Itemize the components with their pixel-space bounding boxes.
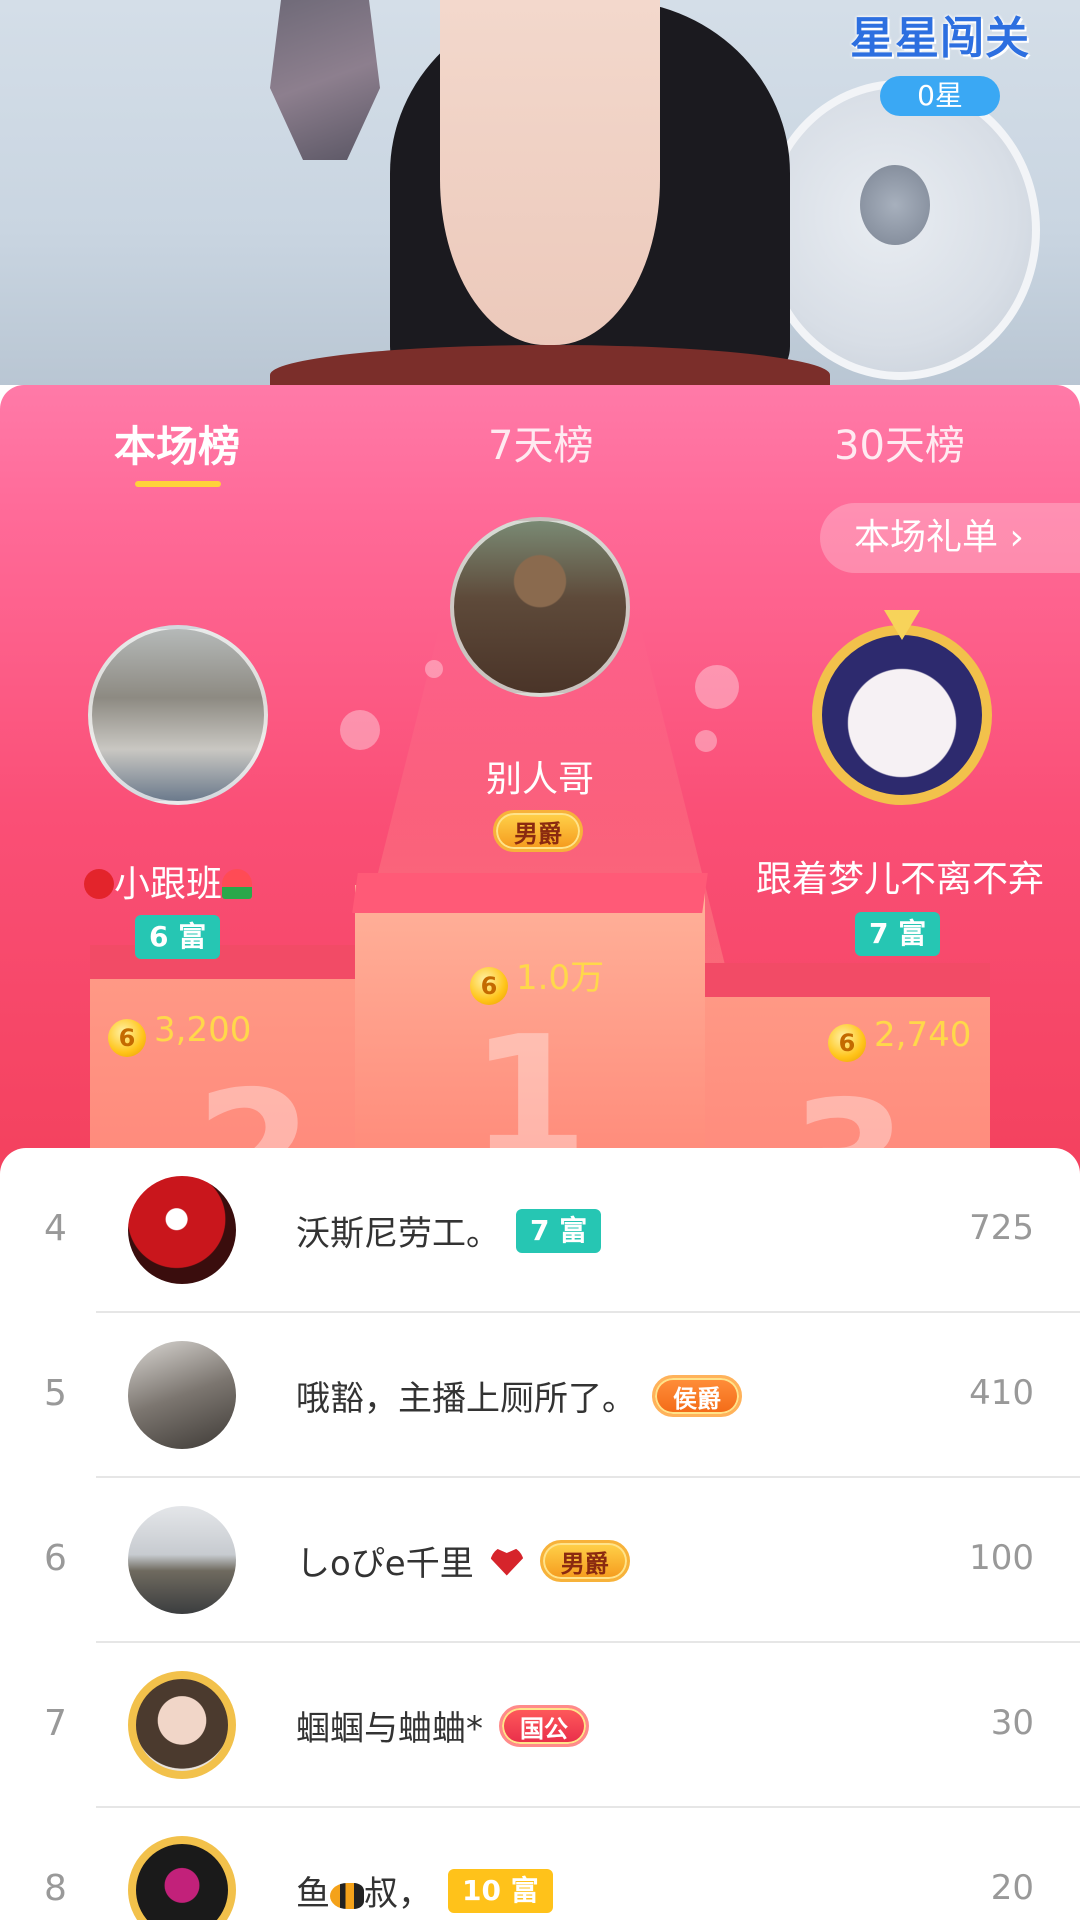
- rich-level-badge: 7 富: [516, 1208, 602, 1253]
- rank-2-rich-badge: 6 富: [135, 915, 221, 959]
- rich-level-badge: 10 富: [448, 1868, 553, 1913]
- rank-3-amount: 6 2,740: [828, 1015, 971, 1062]
- user-name-part: 鱼: [296, 1874, 330, 1914]
- star-count-pill: 0星: [880, 76, 1000, 116]
- avatar[interactable]: [128, 1836, 236, 1920]
- rank-1-amount-value: 1.0万: [516, 958, 605, 998]
- user-name-text: 哦豁，主播上厕所了。: [296, 1379, 636, 1419]
- rank-2-name[interactable]: 小跟班: [84, 855, 253, 907]
- star-challenge-badge[interactable]: 星星闯关 0星: [845, 2, 1035, 116]
- coin-icon: 6: [828, 1024, 866, 1062]
- leaderboard-tabs: 本场榜 7天榜 30天榜: [0, 385, 1080, 515]
- contribution-score: 20: [990, 1868, 1034, 1908]
- user-name-text: 沃斯尼劳工。: [296, 1214, 500, 1254]
- avatar[interactable]: [128, 1176, 236, 1284]
- user-name-text: 鱼叔，: [296, 1866, 432, 1915]
- rank-number: 5: [44, 1373, 67, 1414]
- rank-3-name[interactable]: 跟着梦儿不离不弃: [756, 850, 1044, 902]
- live-video[interactable]: 星星闯关 0星: [0, 0, 1080, 385]
- avatar[interactable]: [128, 1506, 236, 1614]
- coin-icon: 6: [470, 967, 508, 1005]
- list-item[interactable]: 7 蝈蝈与蛐蛐* 国公 30: [0, 1643, 1080, 1808]
- rank-1-amount: 6 1.0万: [470, 950, 604, 1005]
- pedestal-2-top: [90, 945, 355, 979]
- pedestal-1-top: [352, 873, 708, 913]
- duke-badge: 国公: [499, 1704, 589, 1747]
- user-name[interactable]: 哦豁，主播上厕所了。 侯爵: [296, 1371, 742, 1420]
- rank-1-noble-badge: 男爵: [493, 810, 583, 852]
- baron-badge: 男爵: [539, 1539, 630, 1582]
- wall-decoration: [270, 0, 380, 160]
- user-name-text: しoぴe千里: [296, 1544, 474, 1584]
- avatar[interactable]: [128, 1671, 236, 1779]
- rank-2-amount: 6 3,200: [108, 1010, 251, 1057]
- star-challenge-title: 星星闯关: [850, 13, 1030, 64]
- contribution-score: 410: [969, 1373, 1034, 1413]
- gift-list-link[interactable]: 本场礼单 ›: [820, 503, 1080, 573]
- bubble-decoration: [695, 665, 739, 709]
- bubble-decoration: [340, 710, 380, 750]
- rank-2-amount-value: 3,200: [154, 1010, 252, 1050]
- contribution-score: 30: [990, 1703, 1034, 1743]
- bubble-decoration: [425, 660, 443, 678]
- bubble-decoration: [695, 730, 717, 752]
- streamer-face: [440, 0, 660, 345]
- heart-icon: [489, 1547, 524, 1576]
- list-item[interactable]: 6 しoぴe千里 男爵 100: [0, 1478, 1080, 1643]
- rank-3-rich-badge: 7 富: [855, 912, 941, 956]
- rank-3-amount-value: 2,740: [874, 1015, 972, 1055]
- watermelon-icon: [222, 869, 253, 899]
- apple-icon: [84, 869, 114, 899]
- list-item[interactable]: 8 鱼叔， 10 富 20: [0, 1808, 1080, 1920]
- rank-2-avatar[interactable]: [88, 625, 268, 805]
- fan-hub: [860, 165, 930, 245]
- rank-number: 4: [44, 1208, 67, 1249]
- fish-icon: [330, 1883, 364, 1909]
- user-name-part: 叔，: [364, 1874, 432, 1914]
- active-tab-indicator: [135, 481, 221, 487]
- rank-1-avatar[interactable]: [450, 517, 630, 697]
- list-item[interactable]: 5 哦豁，主播上厕所了。 侯爵 410: [0, 1313, 1080, 1478]
- user-name[interactable]: しoぴe千里 男爵: [296, 1536, 630, 1585]
- tab-30-days[interactable]: 30天榜: [834, 413, 965, 471]
- user-name[interactable]: 鱼叔， 10 富: [296, 1866, 553, 1915]
- avatar[interactable]: [128, 1341, 236, 1449]
- user-name-text: 蝈蝈与蛐蛐*: [296, 1709, 483, 1749]
- list-item[interactable]: 4 沃斯尼劳工。 7 富 725: [0, 1148, 1080, 1313]
- rank-2-name-text: 小跟班: [114, 864, 223, 905]
- rank-3-avatar[interactable]: [812, 625, 992, 805]
- user-name[interactable]: 蝈蝈与蛐蛐* 国公: [296, 1701, 589, 1750]
- rank-1-name[interactable]: 别人哥: [486, 750, 594, 802]
- ranking-list[interactable]: 4 沃斯尼劳工。 7 富 725 5 哦豁，主播上厕所了。 侯爵 410 6 し…: [0, 1148, 1080, 1920]
- rank-number: 8: [44, 1868, 67, 1909]
- tab-7-days[interactable]: 7天榜: [488, 413, 593, 471]
- contribution-score: 100: [969, 1538, 1034, 1578]
- rank-number: 6: [44, 1538, 67, 1579]
- contribution-score: 725: [969, 1208, 1034, 1248]
- user-name[interactable]: 沃斯尼劳工。 7 富: [296, 1206, 602, 1255]
- tab-this-show[interactable]: 本场榜: [114, 413, 240, 474]
- rank-number: 7: [44, 1703, 67, 1744]
- pedestal-3-top: [705, 963, 990, 997]
- marquis-badge: 侯爵: [652, 1374, 742, 1417]
- baron-badge: 男爵: [493, 810, 583, 852]
- coin-icon: 6: [108, 1019, 146, 1057]
